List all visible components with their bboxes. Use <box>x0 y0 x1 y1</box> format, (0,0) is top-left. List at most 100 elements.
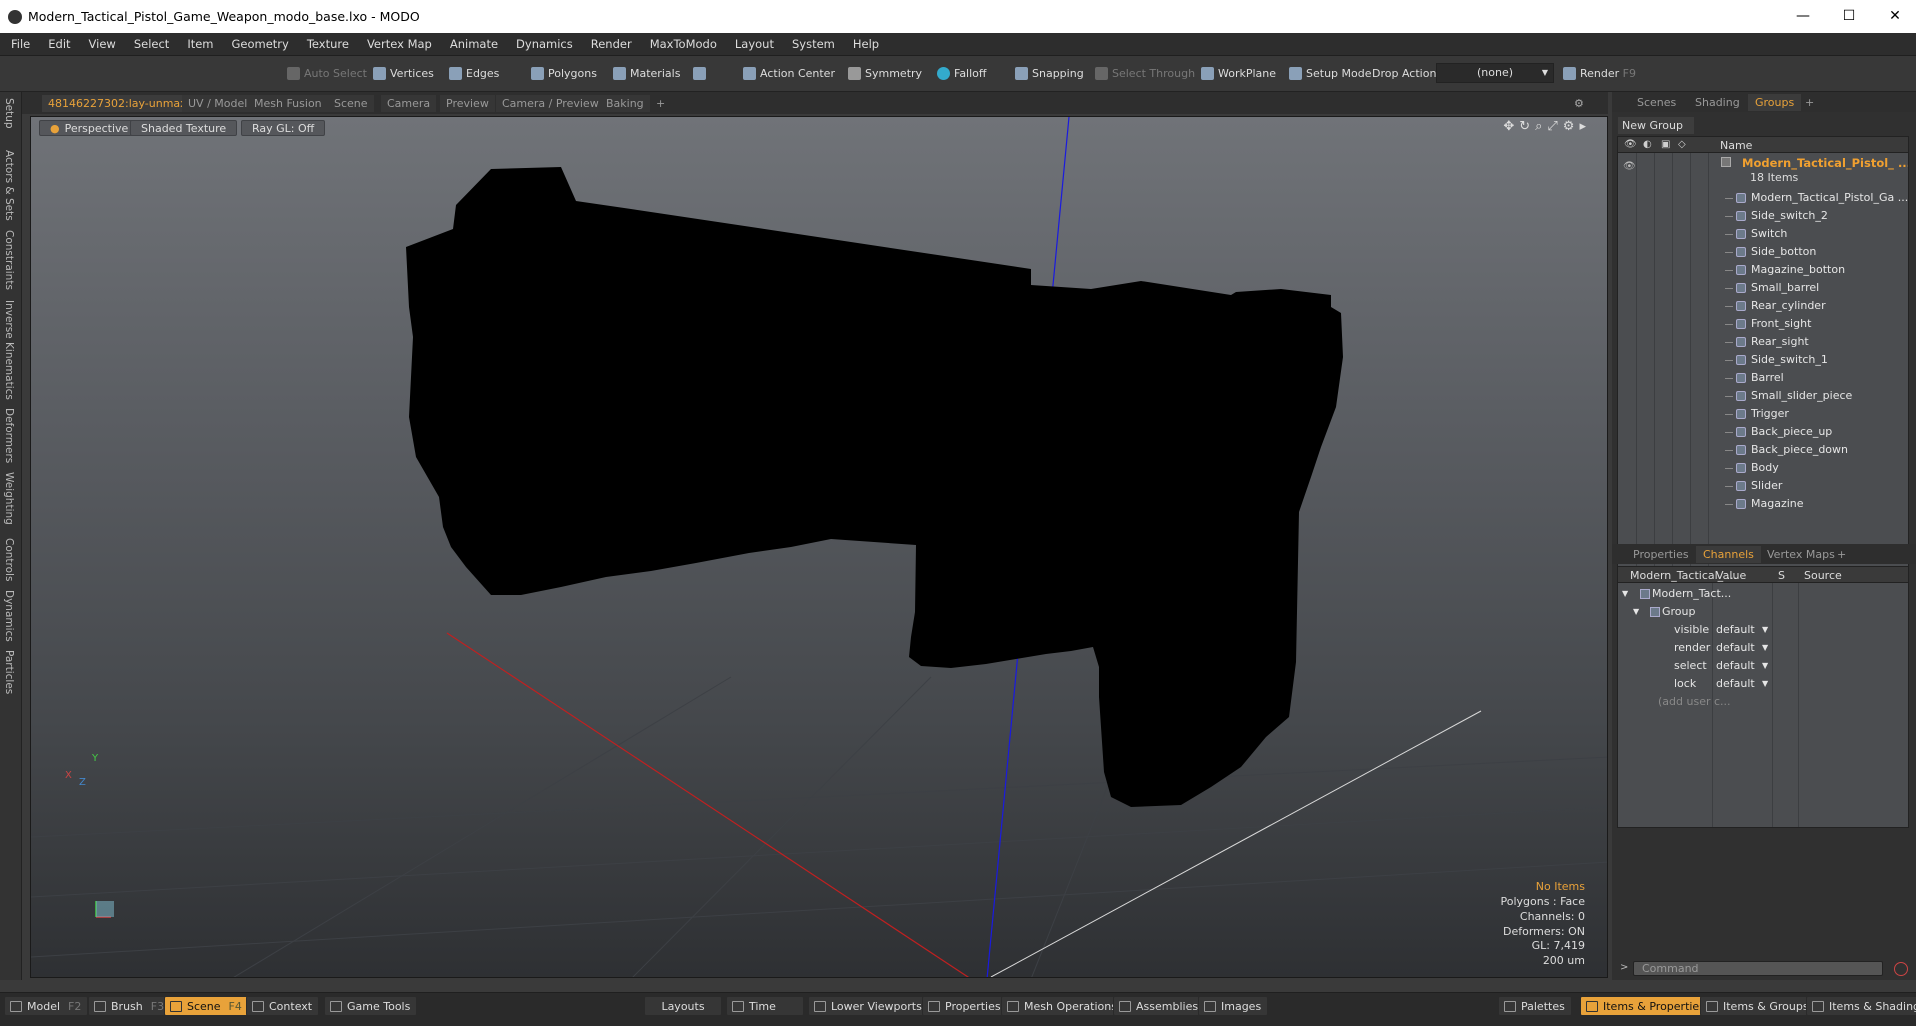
list-item[interactable]: Magazine <box>1618 495 1908 513</box>
channel-group-row[interactable]: ▼ Group <box>1618 603 1908 621</box>
perspective-button[interactable]: ● Perspective <box>39 120 140 136</box>
edges-button[interactable]: Edges <box>446 64 499 84</box>
palettes-button[interactable]: Palettes <box>1498 996 1572 1016</box>
tab-camera-preview[interactable]: Camera / Preview <box>496 95 605 112</box>
menu-file[interactable]: File <box>2 33 39 56</box>
add-user-channel-row[interactable]: (add user c... <box>1618 693 1908 711</box>
tab-dynamics[interactable]: Dynamics <box>3 590 15 642</box>
command-input[interactable]: Command <box>1633 961 1883 976</box>
list-item[interactable]: Trigger <box>1618 405 1908 423</box>
tab-inverse-kinematics[interactable]: Inverse Kinematics <box>3 300 15 400</box>
maximize-button[interactable]: ☐ <box>1826 0 1872 33</box>
list-item[interactable]: Rear_cylinder <box>1618 297 1908 315</box>
images-button[interactable]: Images <box>1198 996 1269 1016</box>
menu-texture[interactable]: Texture <box>298 33 358 56</box>
list-item[interactable]: Side_switch_2 <box>1618 207 1908 225</box>
tab-setup[interactable]: Setup <box>3 98 15 129</box>
3d-viewport[interactable]: ● Perspective Shaded Texture Ray GL: Off … <box>30 116 1608 978</box>
new-group-button[interactable]: New Group <box>1618 117 1694 134</box>
pistol-model[interactable] <box>406 167 1343 807</box>
list-item[interactable]: Body <box>1618 459 1908 477</box>
tab-controls[interactable]: Controls <box>3 538 15 581</box>
list-item[interactable]: Back_piece_down <box>1618 441 1908 459</box>
auto-select-button[interactable]: Auto Select <box>284 64 367 84</box>
brush-tab[interactable]: Brush F3 <box>88 996 172 1016</box>
workplane-button[interactable]: WorkPlane <box>1198 64 1276 84</box>
items-shading-tab[interactable]: Items & Shading <box>1806 996 1916 1016</box>
list-item[interactable]: Slider <box>1618 477 1908 495</box>
menu-select[interactable]: Select <box>125 33 178 56</box>
time-button[interactable]: Time <box>726 996 804 1016</box>
channel-row[interactable]: visible default ▼ <box>1618 621 1908 639</box>
viewport-options-icon[interactable]: ⚙ <box>1568 95 1590 112</box>
items-properties-tab[interactable]: Items & Properties <box>1580 996 1712 1016</box>
drop-action-select[interactable]: (none) ▼ <box>1436 63 1554 83</box>
scene-tab[interactable]: Scene F4 <box>164 996 249 1016</box>
list-item[interactable]: Side_switch_1 <box>1618 351 1908 369</box>
layouts-button[interactable]: Layouts <box>644 996 722 1016</box>
channel-value-select[interactable]: default <box>1716 641 1755 654</box>
tab-preview[interactable]: Preview <box>440 95 495 112</box>
add-tab-button[interactable]: + <box>1830 546 1853 563</box>
tab-shading[interactable]: Shading <box>1688 94 1747 111</box>
menu-animate[interactable]: Animate <box>441 33 507 56</box>
list-item[interactable]: Rear_sight <box>1618 333 1908 351</box>
tab-properties[interactable]: Properties <box>1626 546 1696 563</box>
list-item[interactable]: Back_piece_up <box>1618 423 1908 441</box>
list-item[interactable]: Barrel <box>1618 369 1908 387</box>
game-tools-tab[interactable]: Game Tools <box>324 996 418 1016</box>
menu-maxtomodo[interactable]: MaxToModo <box>641 33 726 56</box>
tab-constraints[interactable]: Constraints <box>3 230 15 290</box>
items-groups-tab[interactable]: Items & Groups <box>1700 996 1816 1016</box>
menu-geometry[interactable]: Geometry <box>223 33 298 56</box>
tab-baking[interactable]: Baking <box>600 95 650 112</box>
snapping-button[interactable]: Snapping <box>1012 64 1084 84</box>
group-visibility-icon[interactable]: 👁 <box>1623 161 1636 172</box>
tab-camera[interactable]: Camera <box>381 95 437 112</box>
add-tab-button[interactable]: + <box>650 95 671 112</box>
list-item[interactable]: Front_sight <box>1618 315 1908 333</box>
list-item[interactable]: Small_barrel <box>1618 279 1908 297</box>
menu-item[interactable]: Item <box>178 33 222 56</box>
shading-mode-button[interactable]: Shaded Texture <box>130 120 238 136</box>
select-through-button[interactable]: Select Through <box>1092 64 1195 84</box>
tab-channels[interactable]: Channels <box>1696 546 1761 563</box>
viewport-nav-icons[interactable]: ✥↻⌕⤢⚙▸ <box>1503 119 1591 134</box>
list-item[interactable]: Small_slider_piece <box>1618 387 1908 405</box>
menu-layout[interactable]: Layout <box>726 33 783 56</box>
channel-row[interactable]: select default ▼ <box>1618 657 1908 675</box>
lower-viewports-button[interactable]: Lower Viewports <box>808 996 929 1016</box>
list-item[interactable]: Magazine_botton <box>1618 261 1908 279</box>
minimize-button[interactable]: — <box>1780 0 1826 33</box>
menu-dynamics[interactable]: Dynamics <box>507 33 582 56</box>
menu-view[interactable]: View <box>80 33 125 56</box>
render-button[interactable]: Render F9 <box>1560 64 1636 84</box>
channel-value-select[interactable]: default <box>1716 623 1755 636</box>
setup-mode-button[interactable]: Setup Mode <box>1286 64 1371 84</box>
group-title[interactable]: Modern_Tactical_Pistol_ ... <box>1742 156 1908 170</box>
menu-vertex-map[interactable]: Vertex Map <box>358 33 441 56</box>
close-button[interactable]: ✕ <box>1872 0 1916 33</box>
symmetry-button[interactable]: Symmetry <box>845 64 922 84</box>
properties-button[interactable]: Properties <box>922 996 1008 1016</box>
list-item[interactable]: Switch <box>1618 225 1908 243</box>
ray-gl-button[interactable]: Ray GL: Off <box>241 120 326 136</box>
tab-scenes[interactable]: Scenes <box>1630 94 1683 111</box>
tab-layout-unmax[interactable]: 48146227302:lay-unmax <box>42 95 193 112</box>
tab-deformers[interactable]: Deformers <box>3 408 15 463</box>
tab-scene[interactable]: Scene <box>328 95 374 112</box>
context-tab[interactable]: Context <box>246 996 320 1016</box>
menu-system[interactable]: System <box>783 33 844 56</box>
tab-weighting[interactable]: Weighting <box>3 472 15 525</box>
vertices-button[interactable]: Vertices <box>370 64 434 84</box>
tab-mesh-fusion[interactable]: Mesh Fusion <box>248 95 328 112</box>
list-item[interactable]: Modern_Tactical_Pistol_Ga ... <box>1618 189 1908 207</box>
mesh-operations-button[interactable]: Mesh Operations <box>1001 996 1124 1016</box>
tab-actors-sets[interactable]: Actors & Sets <box>3 150 15 221</box>
assemblies-button[interactable]: Assemblies <box>1113 996 1206 1016</box>
menu-help[interactable]: Help <box>844 33 888 56</box>
record-icon[interactable] <box>1894 962 1908 976</box>
list-item[interactable]: Side_botton <box>1618 243 1908 261</box>
tab-groups[interactable]: Groups <box>1748 94 1802 111</box>
channel-value-select[interactable]: default <box>1716 677 1755 690</box>
